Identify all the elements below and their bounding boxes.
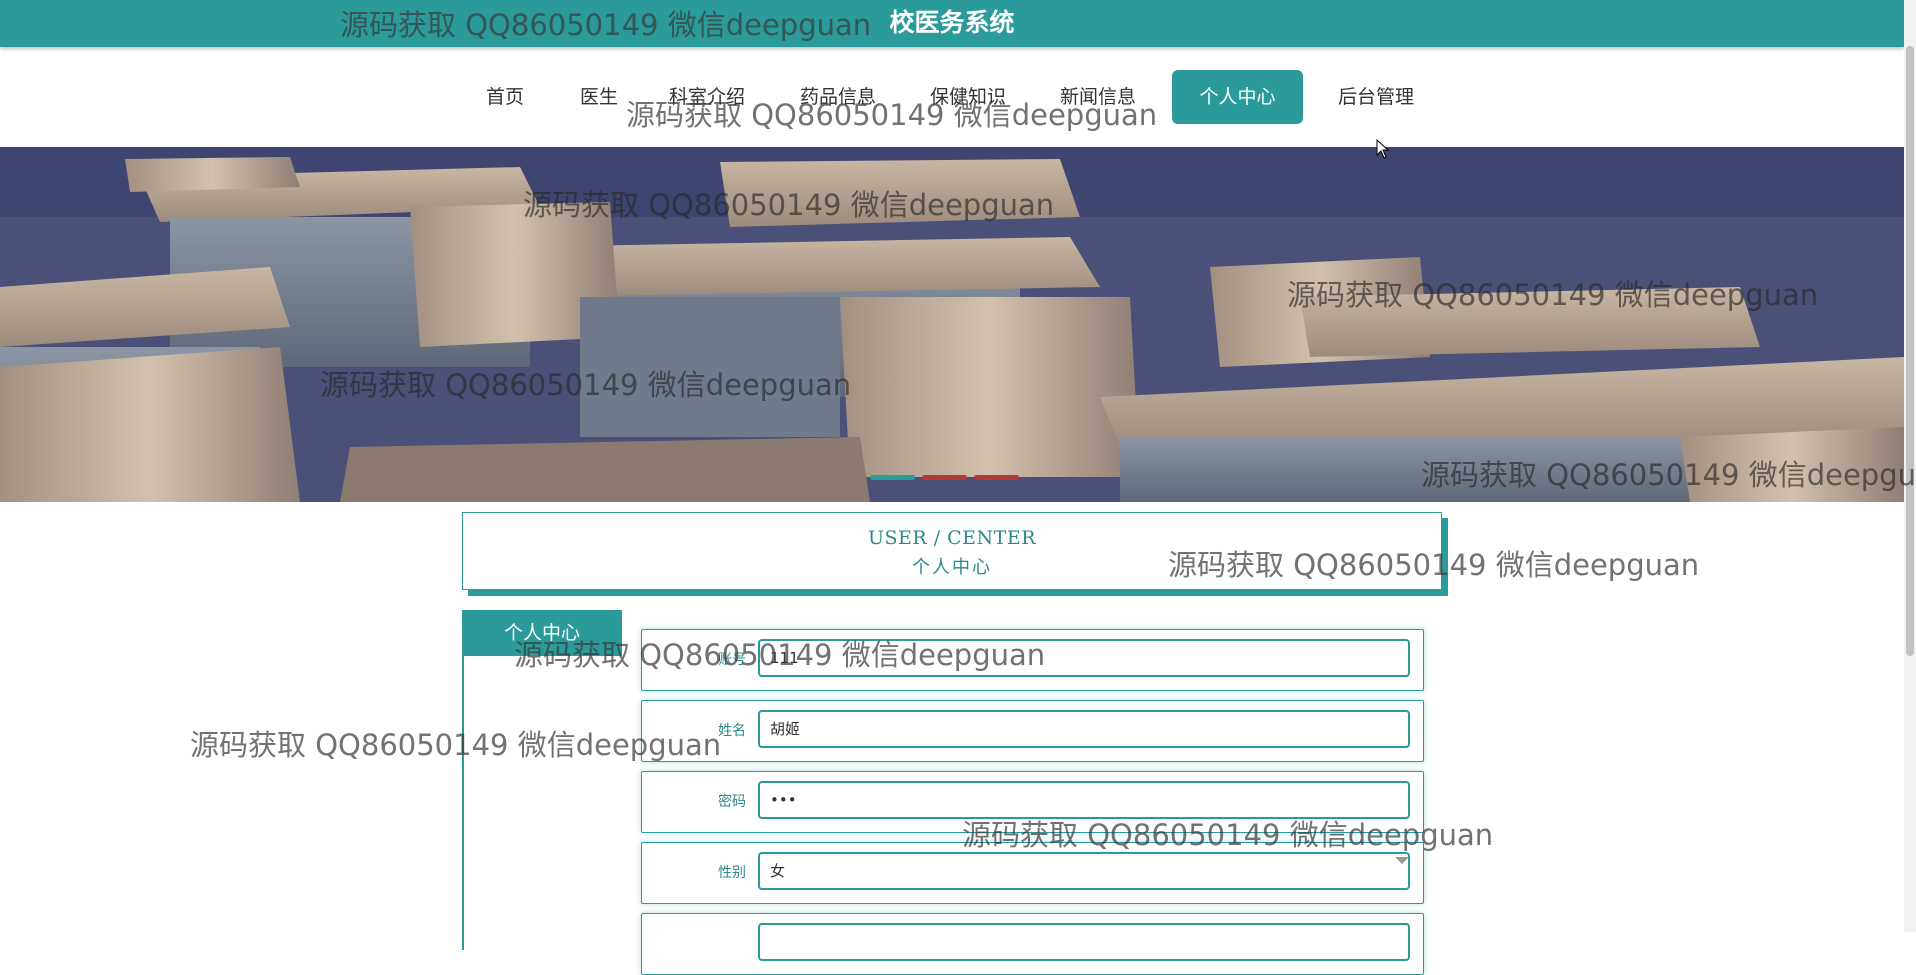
section-title-cn: 个人中心 [912, 557, 992, 578]
app-title: 校医务系统 [889, 8, 1015, 37]
chevron-down-icon[interactable] [1395, 857, 1409, 864]
carousel-indicators [870, 475, 1030, 481]
nav-item-departments[interactable]: 科室介绍 [657, 70, 757, 124]
form-row-gender: 性别 女 [641, 842, 1424, 904]
top-header-bar: 校医务系统 [0, 0, 1904, 47]
carousel-dot[interactable] [922, 475, 967, 480]
nav-item-home[interactable]: 首页 [470, 70, 540, 124]
account-label: 账号 [718, 652, 746, 668]
nav-item-news[interactable]: 新闻信息 [1048, 70, 1148, 124]
main-nav: 首页 医生 科室介绍 药品信息 保健知识 新闻信息 个人中心 后台管理 [0, 47, 1904, 147]
carousel-dot-active[interactable] [870, 475, 915, 480]
next-field-input[interactable] [758, 923, 1410, 961]
carousel-dot[interactable] [974, 475, 1019, 480]
nav-item-admin[interactable]: 后台管理 [1326, 70, 1426, 124]
password-input[interactable]: ••• [758, 781, 1410, 819]
scrollbar-thumb[interactable] [1906, 46, 1914, 656]
nav-item-user-center[interactable]: 个人中心 [1172, 70, 1303, 124]
section-title-en: USER / CENTER [867, 527, 1037, 549]
section-heading: USER / CENTER 个人中心 [462, 512, 1442, 590]
hero-banner-image [0, 147, 1904, 502]
nav-item-medicine[interactable]: 药品信息 [788, 70, 888, 124]
form-row-name: 姓名 胡姬 [641, 700, 1424, 762]
gender-select[interactable]: 女 [758, 852, 1410, 890]
next-field-label [642, 914, 746, 974]
form-row-next [641, 913, 1424, 975]
mouse-cursor-icon [1376, 139, 1390, 159]
nav-item-doctors[interactable]: 医生 [564, 70, 634, 124]
classroom-illustration [0, 147, 1904, 502]
sidebar-tab-user-center[interactable]: 个人中心 [462, 610, 622, 656]
form-row-account: 账号 111 [641, 629, 1424, 691]
name-label: 姓名 [718, 723, 746, 739]
name-input[interactable]: 胡姬 [758, 710, 1410, 748]
account-input[interactable]: 111 [758, 639, 1410, 677]
gender-label: 性别 [718, 865, 746, 881]
nav-item-health-knowledge[interactable]: 保健知识 [918, 70, 1018, 124]
password-label: 密码 [718, 794, 746, 810]
vertical-scrollbar[interactable] [1904, 0, 1916, 932]
form-row-password: 密码 ••• [641, 771, 1424, 833]
